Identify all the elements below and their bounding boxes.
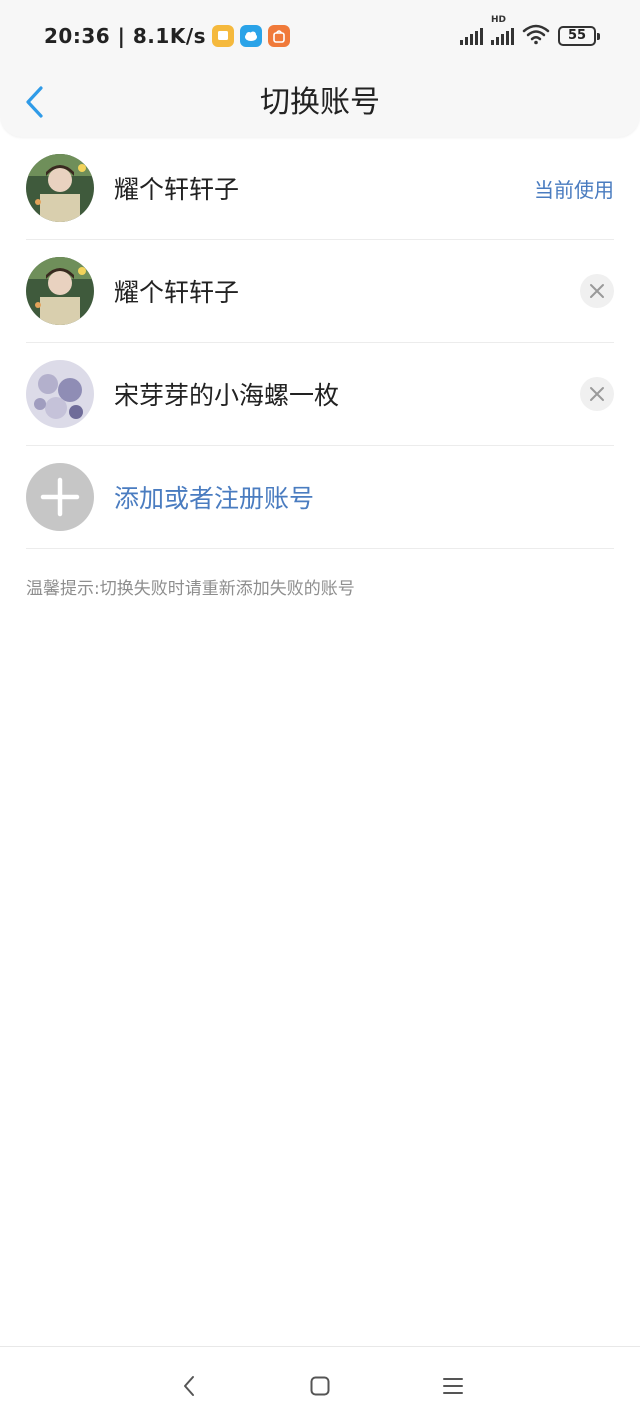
remove-account-button[interactable]: [580, 274, 614, 308]
nav-menu-button[interactable]: [438, 1371, 468, 1401]
network-label: HD: [491, 15, 507, 25]
hd-signal-icon: HD: [491, 15, 514, 45]
hint-text: 温馨提示:切换失败时请重新添加失败的账号: [26, 579, 355, 599]
plus-icon: [26, 463, 94, 531]
nav-back-icon: [184, 1376, 194, 1396]
store-app-icon: [268, 25, 291, 47]
nav-menu-icon: [443, 1378, 463, 1394]
avatar: [26, 360, 94, 428]
close-icon: [590, 284, 604, 298]
nav-home-icon: [310, 1376, 330, 1396]
current-use-label: 当前使用: [534, 177, 614, 202]
status-bar-left: 20:36 | 8.1K/s: [44, 22, 291, 50]
avatar: [26, 154, 94, 222]
nav-back-button[interactable]: [174, 1371, 204, 1401]
account-name: 宋芽芽的小海螺一枚: [114, 381, 340, 410]
notes-app-icon: [212, 25, 235, 47]
account-row[interactable]: 宋芽芽的小海螺一枚: [26, 343, 614, 446]
account-row[interactable]: 耀个轩轩子: [26, 240, 614, 343]
wifi-icon: [522, 23, 550, 49]
nav-home-button[interactable]: [305, 1371, 335, 1401]
add-account-label: 添加或者注册账号: [114, 484, 315, 513]
signal-icon: [460, 27, 483, 45]
system-nav-bar: [0, 1346, 640, 1423]
status-time: 20:36 | 8.1K/s: [44, 24, 207, 48]
cloud-app-icon: [240, 25, 263, 47]
close-icon: [590, 387, 604, 401]
page-title: 切换账号: [260, 85, 380, 120]
remove-account-button[interactable]: [580, 377, 614, 411]
status-bar: 20:36 | 8.1K/s HD 55: [0, 0, 640, 70]
account-list: 耀个轩轩子 当前使用 耀个轩轩子 宋芽芽的小海螺一枚 添加或者注册账号: [0, 137, 640, 549]
add-account-row[interactable]: 添加或者注册账号: [26, 446, 614, 549]
battery-indicator: 55: [558, 26, 600, 46]
status-bar-right: HD 55: [460, 15, 600, 50]
account-name: 耀个轩轩子: [114, 278, 240, 307]
account-name: 耀个轩轩子: [114, 175, 240, 204]
top-header: 20:36 | 8.1K/s HD 55 切换账号: [0, 0, 640, 137]
account-row-current[interactable]: 耀个轩轩子 当前使用: [26, 137, 614, 240]
avatar: [26, 257, 94, 325]
